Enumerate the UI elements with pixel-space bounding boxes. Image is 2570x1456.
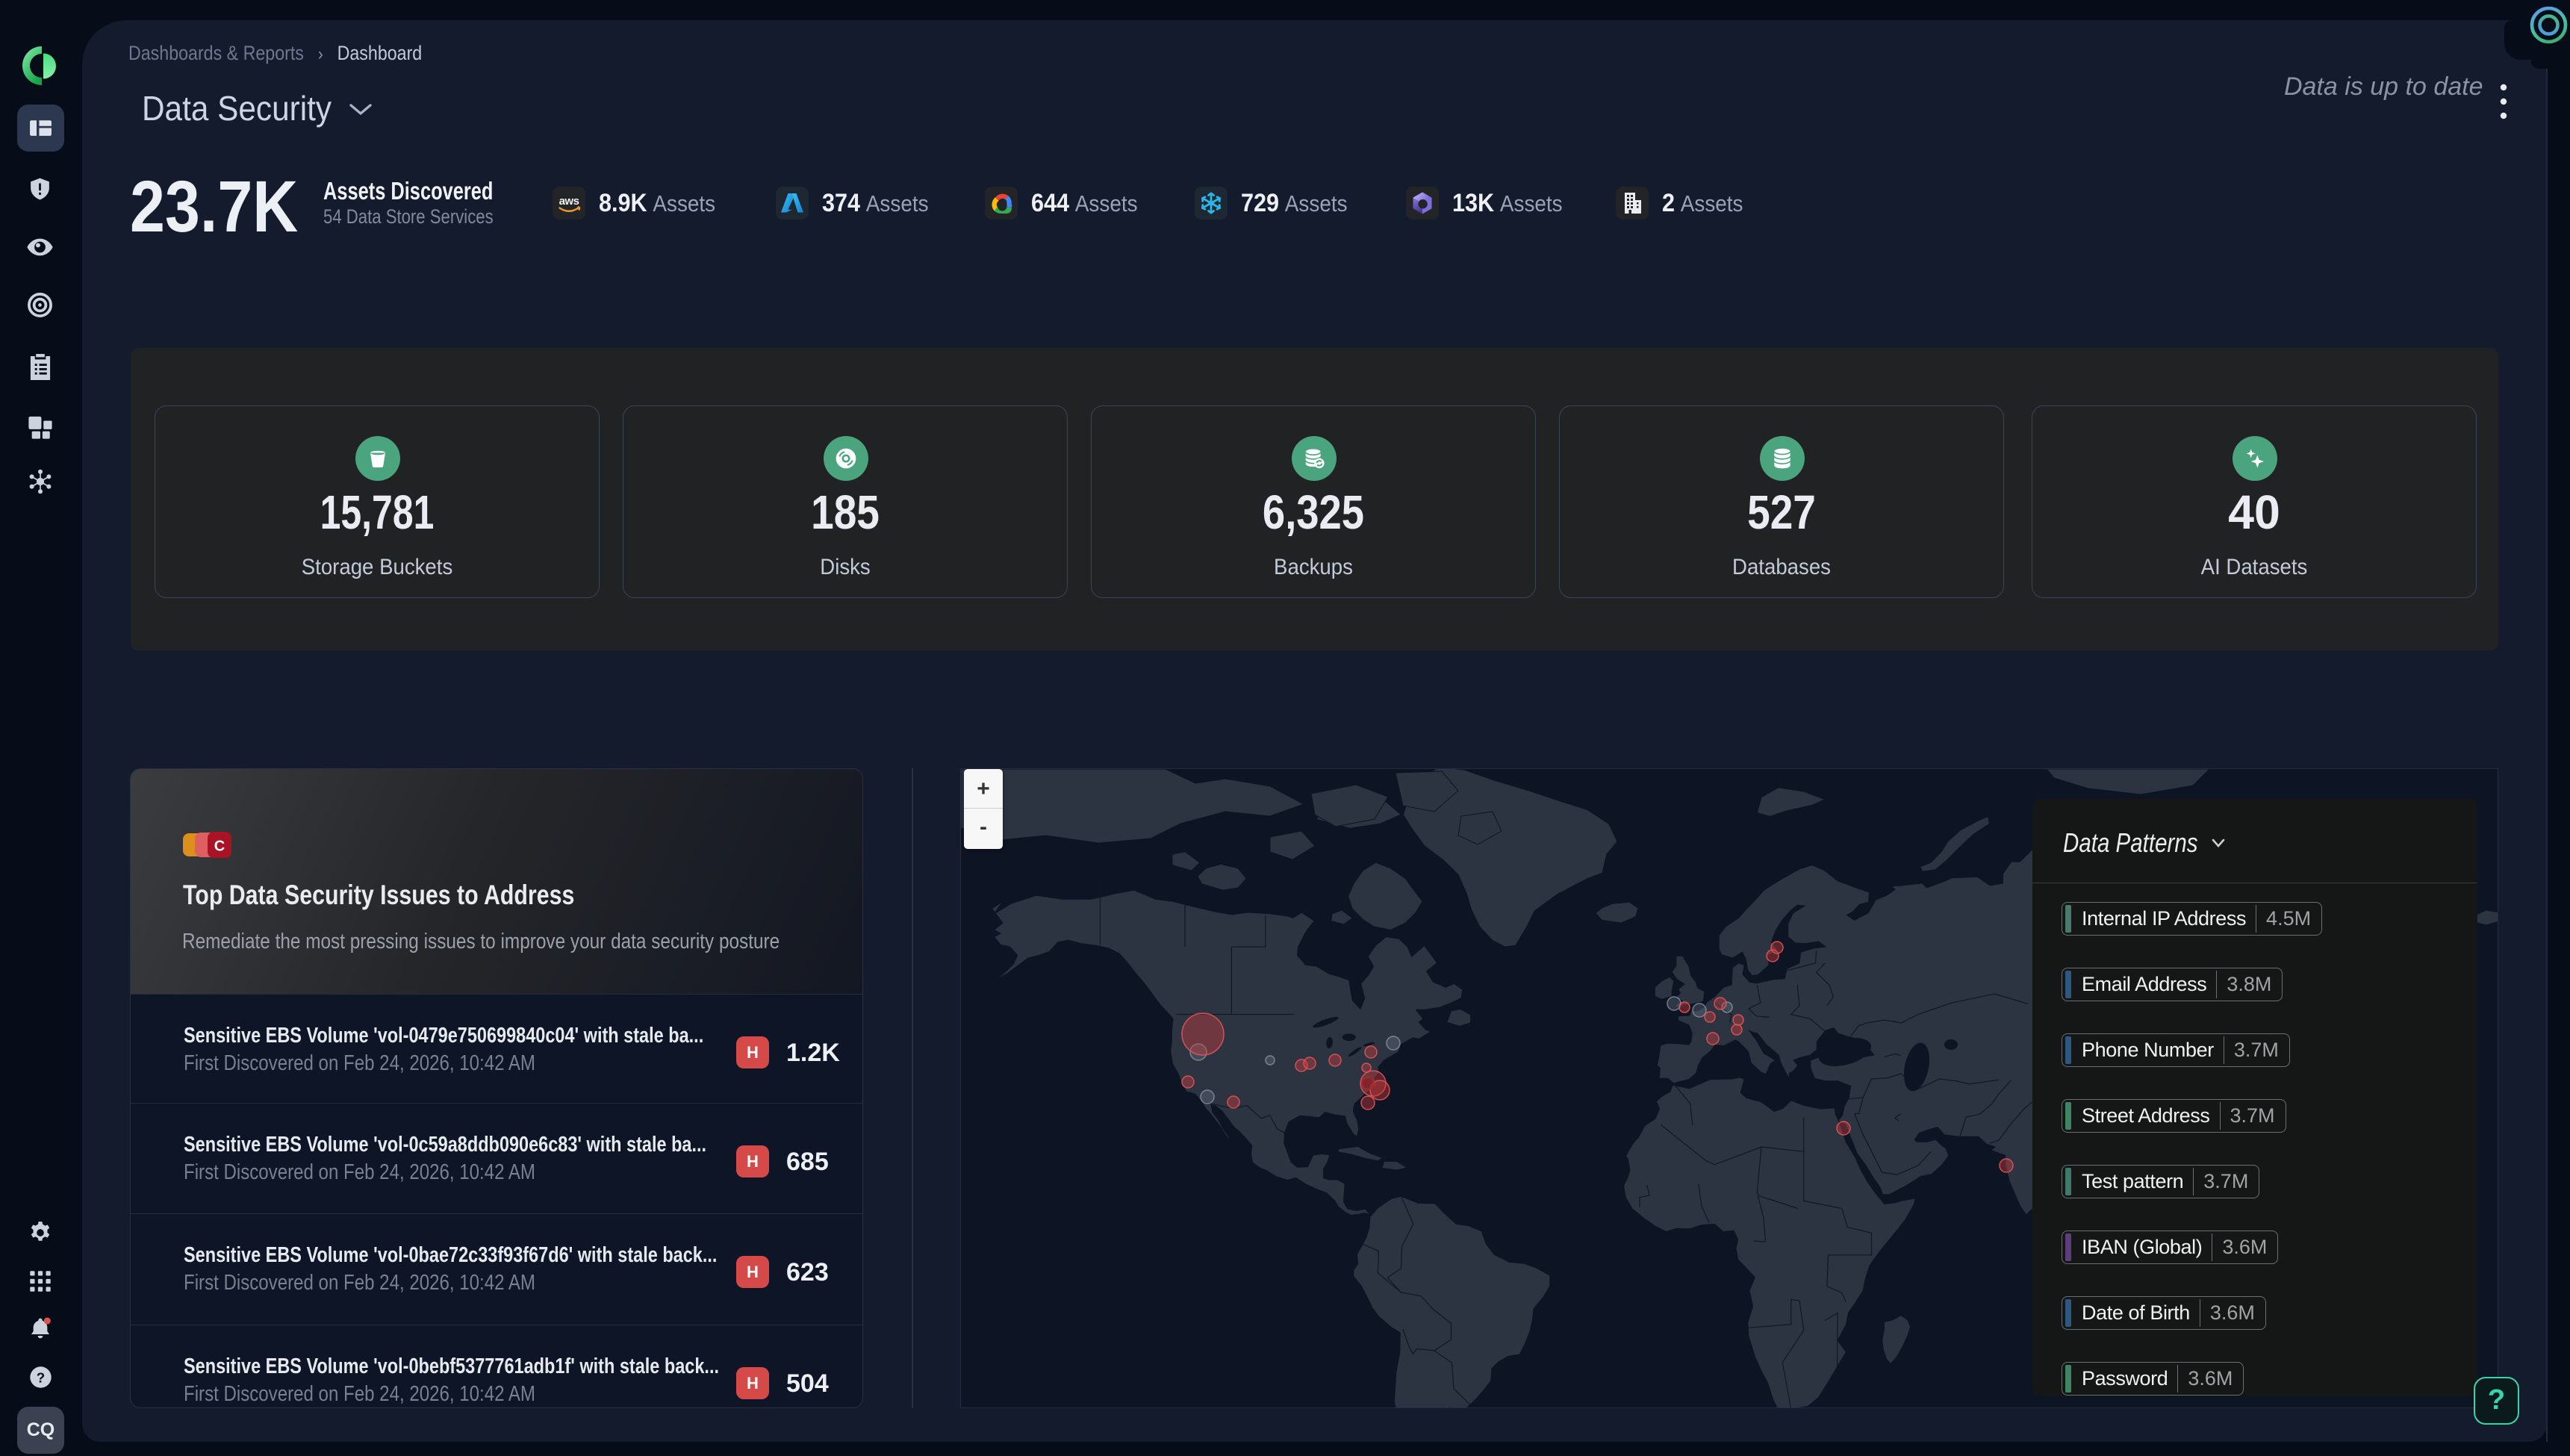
svg-text:?: ? <box>37 1369 45 1385</box>
svg-text:C: C <box>214 839 225 855</box>
svg-text:aws: aws <box>559 195 579 208</box>
